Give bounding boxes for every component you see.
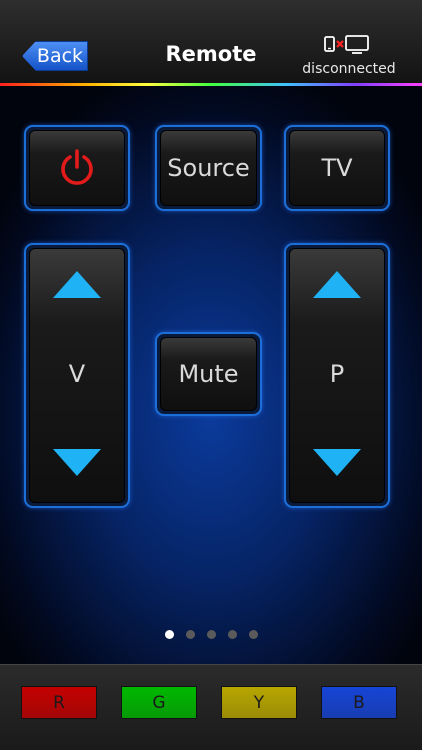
blue-button[interactable]: B	[321, 686, 397, 719]
green-button[interactable]: G	[121, 686, 197, 719]
volume-rocker: V	[29, 248, 125, 503]
power-button-frame	[24, 125, 130, 211]
volume-rocker-frame: V	[24, 243, 130, 508]
power-icon	[61, 149, 93, 185]
tv-button[interactable]: TV	[289, 130, 385, 206]
power-button[interactable]	[29, 130, 125, 206]
program-rocker-frame: P	[284, 243, 390, 508]
nav-bar: Back Remote disconnected	[0, 0, 422, 86]
connection-status: disconnected	[302, 61, 396, 77]
page-dot	[164, 630, 174, 639]
mute-button-frame: Mute	[155, 332, 262, 416]
page-dot	[248, 630, 258, 639]
program-up-button[interactable]	[313, 271, 361, 298]
mute-button[interactable]: Mute	[160, 337, 257, 411]
yellow-button-label: Y	[253, 692, 265, 713]
red-button[interactable]: R	[21, 686, 97, 719]
program-rocker: P	[289, 248, 385, 503]
tv-button-label: TV	[321, 154, 353, 182]
source-button-frame: Source	[155, 125, 262, 211]
page-dot	[227, 630, 237, 639]
program-label: P	[329, 359, 345, 388]
green-button-label: G	[152, 692, 166, 713]
blue-button-label: B	[353, 692, 365, 713]
volume-up-button[interactable]	[53, 271, 101, 298]
program-down-button[interactable]	[313, 449, 361, 476]
page-dot	[206, 630, 216, 639]
tv-button-frame: TV	[284, 125, 390, 211]
volume-down-button[interactable]	[53, 449, 101, 476]
red-button-label: R	[53, 692, 65, 713]
yellow-button[interactable]: Y	[221, 686, 297, 719]
page-dot	[185, 630, 195, 639]
mute-button-label: Mute	[178, 360, 239, 388]
source-button[interactable]: Source	[160, 130, 257, 206]
page-indicator[interactable]	[0, 630, 422, 639]
device-disconnected-icon	[324, 35, 369, 54]
volume-label: V	[68, 359, 86, 388]
source-button-label: Source	[167, 154, 250, 182]
